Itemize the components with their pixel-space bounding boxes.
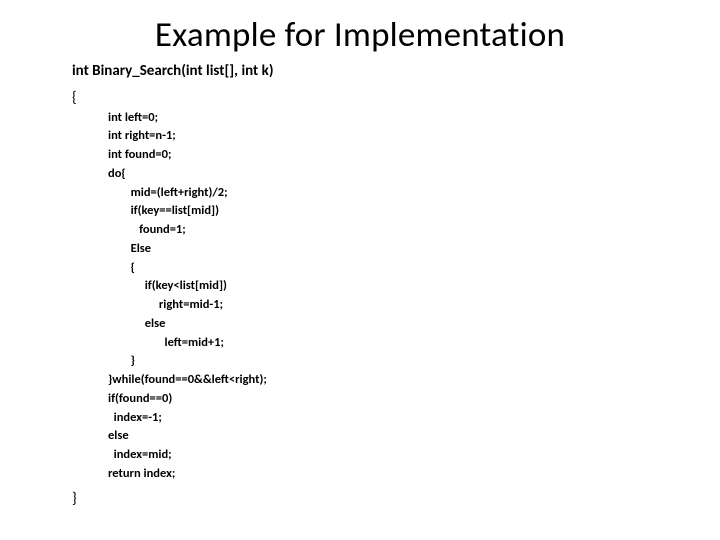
code-body: int left=0; int right=n-1; int found=0; … — [0, 109, 720, 484]
brace-open: { — [0, 83, 720, 109]
slide-title: Example for Implementation — [0, 0, 720, 60]
brace-close: } — [0, 484, 720, 508]
function-signature: int Binary_Search(int list[], int k) — [0, 60, 720, 83]
slide: Example for Implementation int Binary_Se… — [0, 0, 720, 540]
